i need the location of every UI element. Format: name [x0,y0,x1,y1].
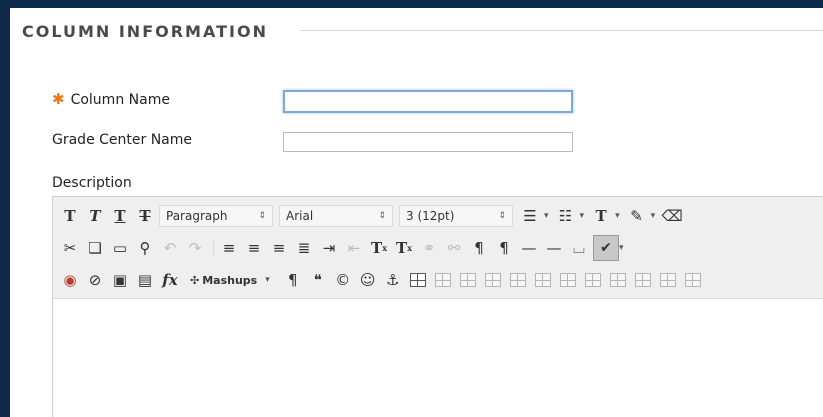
text-color-dropdown-icon[interactable]: ▾ [615,211,620,221]
table-merge-cell-icon[interactable] [607,269,629,291]
attach-file-icon[interactable]: ⊘ [84,269,106,291]
mashups-icon: ✣ [190,273,200,287]
superscript-button[interactable]: Tx [368,237,390,259]
section-divider [300,30,823,31]
column-name-label: ✱ Column Name [52,90,170,108]
highlight-dropdown-icon[interactable]: ▾ [651,211,656,221]
table-split-cell-icon[interactable] [582,269,604,291]
anchor-icon[interactable]: ⚓ [382,269,404,291]
toolbar-row-1: T T T T Paragraph ⇕ Arial ⇕ 3 (12pt) ⇕ ☰ ▾ ☷… [59,200,822,232]
table-cell-props-icon[interactable] [632,269,654,291]
grade-center-name-label: Grade Center Name [52,132,193,148]
toolbar-row-3: ◉ ⊘ ▣ ▤ fx ✣ Mashups ▾ ¶ ❝ © ☺ ⚓ [59,264,822,296]
spellcheck-dropdown-icon[interactable]: ▾ [619,243,624,253]
column-name-label-text: Column Name [70,92,170,108]
mashups-label: Mashups [202,273,258,287]
nonbreaking-space-icon[interactable]: ⌴ [568,237,590,259]
horizontal-line-icon[interactable]: — [543,237,565,259]
show-blocks-icon[interactable]: ¶ [282,269,304,291]
grade-center-name-input[interactable] [283,132,573,152]
eraser-icon[interactable]: ⌫ [661,205,683,227]
align-justify-icon[interactable]: ≣ [293,237,315,259]
toolbar-row-2: ✂ ❏ ▭ ⚲ ↶ ↷ ≡ ≡ ≡ ≣ ⇥ ⇤ Tx Tx ⚭ ⚯ ¶ ¶ — [59,232,822,264]
paragraph-format-value: Paragraph [166,209,228,223]
find-icon[interactable]: ⚲ [134,237,156,259]
table-delete-col-icon[interactable] [557,269,579,291]
unlink-icon[interactable]: ⚯ [443,237,465,259]
description-content-area[interactable] [53,299,823,417]
table-row-before-icon[interactable] [432,269,454,291]
blockquote-icon[interactable]: ❝ [307,269,329,291]
chevron-updown-icon: ⇕ [258,211,266,221]
numbered-list-dropdown-icon[interactable]: ▾ [580,211,585,221]
insert-table-icon[interactable] [407,269,429,291]
font-size-value: 3 (12pt) [406,209,455,223]
outdent-icon[interactable]: ⇤ [343,237,365,259]
bullet-list-icon[interactable]: ☰ [519,205,541,227]
subscript-label: T [396,239,408,257]
emoticon-icon[interactable]: ☺ [357,269,379,291]
column-information-panel: COLUMN INFORMATION ✱ Column Name Grade Ce… [10,8,823,417]
table-row-after-icon[interactable] [457,269,479,291]
redo-icon[interactable]: ↷ [184,237,206,259]
undo-icon[interactable]: ↶ [159,237,181,259]
copy-icon[interactable]: ❏ [84,237,106,259]
align-center-icon[interactable]: ≡ [243,237,265,259]
rtl-direction-icon[interactable]: ¶ [493,237,515,259]
insert-media-icon[interactable]: ▤ [134,269,156,291]
strikethrough-button[interactable]: T [134,205,156,227]
table-col-after-icon[interactable] [532,269,554,291]
horizontal-rule-icon[interactable]: — [518,237,540,259]
insert-image-icon[interactable]: ▣ [109,269,131,291]
editor-toolbar: T T T T Paragraph ⇕ Arial ⇕ 3 (12pt) ⇕ ☰ ▾ ☷… [53,197,823,299]
chevron-updown-icon: ⇕ [378,211,386,221]
table-row-props-icon[interactable] [657,269,679,291]
highlight-icon[interactable]: ✎ [626,205,648,227]
align-right-icon[interactable]: ≡ [268,237,290,259]
toolbar-separator [213,239,214,257]
ltr-direction-icon[interactable]: ¶ [468,237,490,259]
cut-icon[interactable]: ✂ [59,237,81,259]
chevron-down-icon: ▾ [265,275,270,285]
font-size-select[interactable]: 3 (12pt) ⇕ [399,205,513,227]
indent-icon[interactable]: ⇥ [318,237,340,259]
align-left-icon[interactable]: ≡ [218,237,240,259]
italic-button[interactable]: T [84,205,106,227]
link-icon[interactable]: ⚭ [418,237,440,259]
bullet-list-dropdown-icon[interactable]: ▾ [544,211,549,221]
copyright-icon[interactable]: © [332,269,354,291]
paragraph-format-select[interactable]: Paragraph ⇕ [159,205,273,227]
subscript-button[interactable]: Tx [393,237,415,259]
chevron-updown-icon: ⇕ [498,211,506,221]
numbered-list-icon[interactable]: ☷ [555,205,577,227]
font-family-select[interactable]: Arial ⇕ [279,205,393,227]
column-name-input[interactable] [283,90,573,113]
paste-icon[interactable]: ▭ [109,237,131,259]
description-label: Description [52,175,132,191]
table-col-before-icon[interactable] [507,269,529,291]
required-icon: ✱ [52,90,65,108]
math-formula-button[interactable]: fx [159,269,181,291]
spellcheck-icon[interactable]: ✔ [593,235,619,261]
description-editor: T T T T Paragraph ⇕ Arial ⇕ 3 (12pt) ⇕ ☰ ▾ ☷… [52,196,823,417]
superscript-label: T [371,239,383,257]
table-delete-row-icon[interactable] [482,269,504,291]
table-props-icon[interactable] [682,269,704,291]
mashups-menu[interactable]: ✣ Mashups ▾ [184,269,276,291]
section-title: COLUMN INFORMATION [22,22,268,41]
bold-button[interactable]: T [59,205,81,227]
record-icon[interactable]: ◉ [59,269,81,291]
underline-button[interactable]: T [109,205,131,227]
text-color-button[interactable]: T [590,205,612,227]
font-family-value: Arial [286,209,314,223]
